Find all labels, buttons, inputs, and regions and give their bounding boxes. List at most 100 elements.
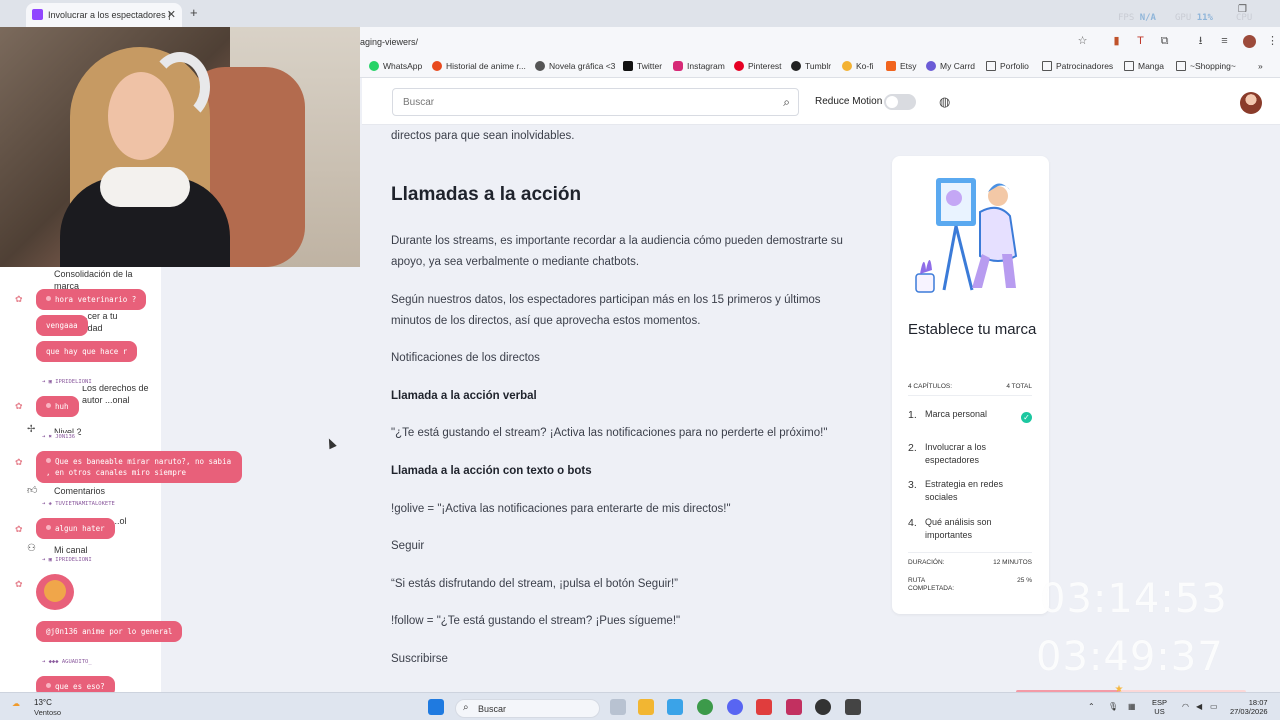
sidebar-item-comments[interactable]: Comentarios [54,485,105,497]
tumblr-icon [791,61,801,71]
duration-row: DURACIÓN: 12 MINUTOS [908,559,1032,566]
level-icon: ✢ [27,424,36,435]
start-windows-icon[interactable] [428,699,444,715]
pinterest-icon [734,61,744,71]
chapters-count: 4 CAPÍTULOS: 4 TOTAL [908,383,1032,390]
paragraph-notifications: Notificaciones de los directos [391,352,540,364]
bookmark-novela[interactable]: Novela gráfica <3 [535,61,615,71]
chrome-icon[interactable] [697,699,713,715]
subheading-verbal: Llamada a la acción verbal [391,390,537,402]
browser-tab[interactable]: Involucrar a los espectadores | ✕ [26,3,182,27]
obs-icon[interactable] [815,699,831,715]
app-dark-icon[interactable] [845,699,861,715]
thumbs-up-icon: 👍︎ [27,485,38,496]
section-heading: Llamadas a la acción [391,184,582,205]
chat-message: @j0n136 anime por lo general [36,621,183,642]
bookmark-tumblr[interactable]: Tumblr [791,61,831,71]
app-tray-icon[interactable]: ▦ [1128,702,1136,711]
weather-temperature: 13°C [34,698,52,707]
bookmark-manga[interactable]: Manga [1124,61,1164,71]
bookmark-kofi[interactable]: Ko-fi [842,61,873,71]
user-avatar[interactable] [1240,92,1262,114]
chat-username: ➜ ◆◆◆ AGUADITO_ [38,658,96,666]
app-pink-icon[interactable] [786,699,802,715]
language-globe-icon[interactable]: ◍ [939,94,950,110]
address-bar[interactable]: aging-viewers/ [360,37,418,47]
microphone-icon[interactable]: 🎙︎ [1108,702,1118,711]
taskbar-search[interactable]: ⌕ Buscar [455,699,600,718]
volume-icon[interactable]: ◀ [1196,702,1202,711]
search-icon[interactable]: ⌕ [783,95,790,110]
extension-cup-icon[interactable]: ▮ [1110,35,1123,48]
search-placeholder: Buscar [403,97,435,108]
wifi-icon[interactable]: ◠ [1182,702,1189,711]
instagram-icon [673,61,683,71]
system-clock[interactable]: 18:07 27/03/2026 [1230,698,1268,716]
intro-text: directos para que sean inolvidables. [391,130,575,142]
bookmark-pinterest[interactable]: Pinterest [734,61,782,71]
command-follow: !follow = "¿Te está gustando el stream? … [391,615,681,627]
task-view-icon[interactable] [610,699,626,715]
bookmark-whatsapp[interactable]: WhatsApp [369,61,422,71]
bookmark-porfolio[interactable]: Porfolio [986,61,1029,71]
card-divider [908,395,1032,396]
chat-message: algun hater [36,518,115,539]
sidebar-item-my-channel[interactable]: Mi canal [54,544,88,556]
chat-badge-icon: ✿ [15,294,23,304]
paragraph-seguir: Seguir [391,540,425,552]
photos-app-icon[interactable] [667,699,683,715]
reduce-motion-toggle[interactable] [884,94,916,110]
app-red-icon[interactable] [756,699,772,715]
artist-easel-illustration [915,178,1018,293]
chat-badge-icon: ✿ [15,579,23,589]
menu-kebab-icon[interactable]: ⋮ [1266,35,1279,48]
chat-message: huh [36,396,79,417]
profile-avatar-icon[interactable] [1243,35,1256,48]
file-explorer-icon[interactable] [638,699,654,715]
route-value: 25 % [1017,577,1032,584]
chat-badge-icon: ✿ [15,401,23,411]
battery-icon[interactable]: ▭ [1210,702,1218,711]
extension-tp-icon[interactable]: T [1134,35,1147,48]
input-language[interactable]: ESP US [1152,698,1167,716]
search-input[interactable]: Buscar ⌕ [392,88,799,116]
sidebar-item-community[interactable]: ...cer a tu ...dad [80,310,140,334]
windows-taskbar: ☁ 13°C Ventoso ⌕ Buscar ⌃ 🎙︎ ▦ ESP US ◠ … [0,692,1280,720]
download-icon[interactable]: ⭳ [1194,35,1207,48]
tray-chevron-icon[interactable]: ⌃ [1088,702,1095,711]
bookmark-anime-history[interactable]: Historial de anime r... [432,61,526,71]
site-header: Buscar ⌕ Reduce Motion ◍ [362,78,1280,125]
stream-timer-top: 03:14:53 [1040,576,1228,622]
chat-badge-icon: ✿ [15,524,23,534]
bookmark-shopping[interactable]: ~Shopping~ [1176,61,1236,71]
etsy-icon [886,61,896,71]
chat-badge-icon: ✿ [15,457,23,467]
bookmark-patrocinadores[interactable]: Patrocinadores [1042,61,1113,71]
completed-check-icon: ✓ [1021,412,1032,423]
media-queue-icon[interactable]: ≡ [1218,35,1231,48]
new-tab-icon[interactable]: + [190,5,198,20]
discord-icon[interactable] [727,699,743,715]
command-golive: !golive = "¡Activa las notificaciones pa… [391,503,731,515]
user-icon: ⚇ [27,543,36,554]
bookmark-mycarrd[interactable]: My Carrd [926,61,975,71]
bookmark-twitter[interactable]: Twitter [623,61,662,71]
gpu-stat: GPU 11% [1175,13,1213,23]
bookmarks-overflow-icon[interactable]: » [1258,61,1263,71]
mouse-cursor-icon [325,436,337,450]
restore-icon[interactable]: ❐ [1238,4,1247,15]
bookmark-etsy[interactable]: Etsy [886,61,917,71]
bookmark-instagram[interactable]: Instagram [673,61,725,71]
stream-timer-bottom: 03:49:37 [1036,634,1224,680]
close-icon[interactable]: ✕ [167,8,176,21]
extensions-puzzle-icon[interactable]: ⧉ [1158,35,1171,48]
webcam-feed [0,27,360,267]
search-icon: ⌕ [463,702,469,713]
bookmark-star-icon[interactable]: ☆ [1076,35,1089,48]
weather-icon: ☁ [12,699,20,708]
chat-message: Que es baneable mirar naruto?, no sabia … [36,451,242,483]
chat-username: ➜ ▣ IPRIDELIONI [38,378,96,386]
twitter-x-icon [623,61,633,71]
chat-message: vengaaa [36,315,88,336]
quote-verbal: "¿Te está gustando el stream? ¡Activa la… [391,427,828,439]
